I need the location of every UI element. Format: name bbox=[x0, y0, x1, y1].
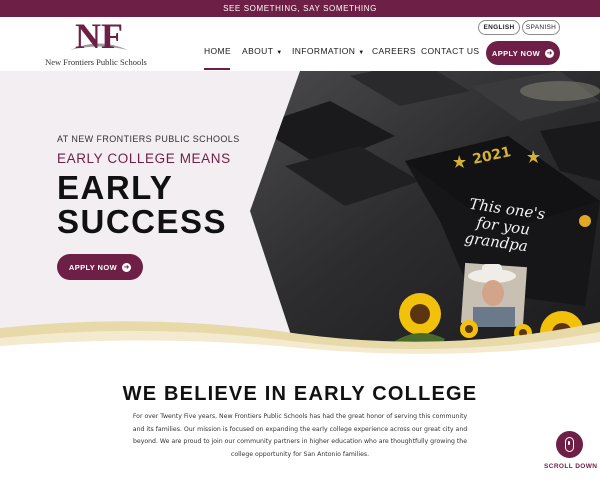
announcement-bar[interactable]: SEE SOMETHING, SAY SOMETHING bbox=[0, 0, 600, 17]
nav-contact-label: CONTACT US bbox=[421, 46, 480, 56]
nav-home-label: HOME bbox=[204, 46, 232, 56]
section-body-line: For over Twenty Five years, New Frontier… bbox=[132, 413, 468, 420]
logo-mark-icon: NF bbox=[70, 19, 128, 56]
hero-title: EARLY SUCCESS bbox=[57, 171, 227, 239]
logo-name: New Frontiers Public Schools bbox=[45, 57, 147, 67]
hero-title-line1: EARLY bbox=[57, 169, 174, 206]
arrow-right-circle-icon: ➜ bbox=[545, 48, 555, 58]
announcement-text[interactable]: SEE SOMETHING, SAY SOMETHING bbox=[223, 4, 377, 13]
hero-apply-label: APPLY NOW bbox=[68, 262, 118, 272]
nav-active-indicator bbox=[204, 68, 230, 70]
section-body-line: college opportunity for San Antonio fami… bbox=[230, 450, 370, 458]
nav-about-label: ABOUT bbox=[242, 46, 274, 56]
hero-subtitle: EARLY COLLEGE MEANS bbox=[57, 151, 231, 166]
scroll-down-button[interactable]: SCROLL DOWN bbox=[544, 431, 598, 475]
section-title: WE BELIEVE IN EARLY COLLEGE bbox=[122, 383, 478, 405]
scroll-down-label: SCROLL DOWN bbox=[544, 463, 598, 470]
scroll-circle[interactable] bbox=[556, 431, 583, 458]
arrow-right-circle-icon: ➜ bbox=[122, 262, 132, 272]
language-english-button[interactable]: ENGLISH bbox=[478, 20, 520, 35]
hero-section: 2021 This one's for you grandpa AT NEW F… bbox=[0, 71, 600, 347]
hero-apply-now-button[interactable]: APPLY NOW ➜ bbox=[57, 254, 143, 280]
mouse-icon bbox=[565, 437, 574, 452]
nav-careers-label: CAREERS bbox=[372, 46, 416, 56]
header-apply-label: APPLY NOW bbox=[491, 48, 541, 58]
nav-information-label: INFORMATION bbox=[292, 46, 356, 56]
site-header: NF New Frontiers Public Schools ENGLISH … bbox=[0, 17, 600, 71]
section-body-line: and its families. Our mission is focused… bbox=[132, 425, 468, 433]
section-body: For over Twenty Five years, New Frontier… bbox=[100, 411, 500, 461]
section-body-line: beyond. We are proud to join our communi… bbox=[132, 438, 468, 445]
mouse-wheel-dot bbox=[568, 441, 570, 445]
decorative-wave bbox=[0, 321, 600, 358]
nav-contact-us[interactable]: CONTACT US bbox=[421, 46, 479, 56]
nav-information[interactable]: INFORMATION ▼ bbox=[292, 46, 365, 56]
hero-title-line2: SUCCESS bbox=[57, 203, 228, 240]
nav-careers[interactable]: CAREERS bbox=[372, 46, 416, 56]
header-apply-now-button[interactable]: APPLY NOW ➜ bbox=[486, 41, 560, 65]
chevron-down-icon: ▼ bbox=[358, 50, 365, 56]
chevron-down-icon: ▼ bbox=[276, 50, 283, 56]
language-spanish-button[interactable]: SPANISH bbox=[522, 20, 560, 35]
logo-monogram: NF bbox=[75, 19, 123, 56]
site-logo[interactable]: NF New Frontiers Public Schools bbox=[40, 19, 152, 69]
sunflower-icon bbox=[579, 215, 591, 227]
nav-about[interactable]: ABOUT ▼ bbox=[242, 46, 283, 56]
hero-eyebrow: AT NEW FRONTIERS PUBLIC SCHOOLS bbox=[57, 134, 240, 144]
nav-home[interactable]: HOME bbox=[204, 46, 231, 56]
